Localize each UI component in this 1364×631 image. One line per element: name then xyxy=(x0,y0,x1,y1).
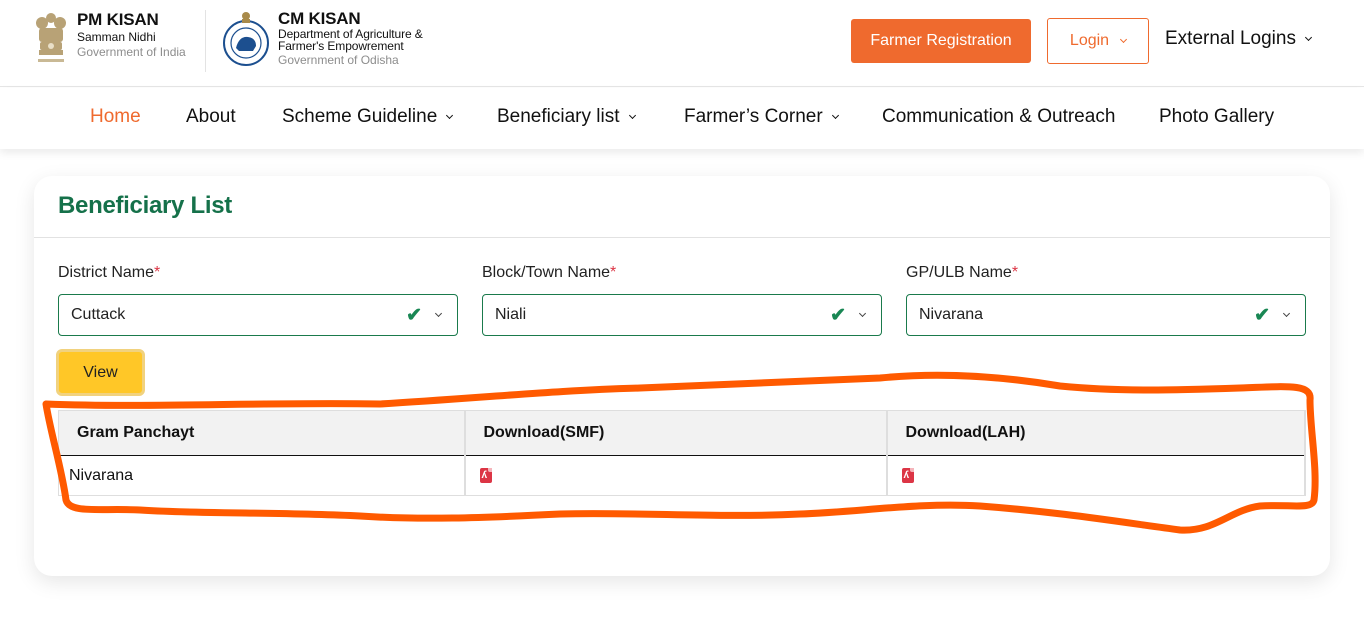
pm-kisan-subtitle: Samman Nidhi xyxy=(77,30,156,44)
nav-item-label: Beneficiary list xyxy=(497,106,620,127)
chevron-down-icon xyxy=(1282,309,1291,317)
column-header-download-lah: Download(LAH) xyxy=(886,410,1306,456)
beneficiary-table: Gram Panchayt Download(SMF) Download(LAH… xyxy=(58,410,1306,496)
nav-item-label: About xyxy=(186,106,236,127)
farmer-registration-button[interactable]: Farmer Registration xyxy=(851,19,1031,63)
chevron-down-icon xyxy=(1120,35,1128,43)
national-emblem-icon xyxy=(36,13,66,62)
column-header-gram-panchayat: Gram Panchayt xyxy=(58,410,466,456)
chevron-down-icon xyxy=(831,111,839,119)
chevron-down-icon xyxy=(446,111,454,119)
chevron-down-icon xyxy=(628,111,636,119)
cm-kisan-brand[interactable]: CM KISAN Department of Agriculture & Far… xyxy=(221,10,423,68)
pm-kisan-brand[interactable]: PM KISAN Samman Nidhi Government of Indi… xyxy=(34,10,186,68)
nav-item-label: Photo Gallery xyxy=(1159,106,1275,127)
required-mark: * xyxy=(154,264,161,281)
block-field: Block/Town Name* Niali ✔ xyxy=(482,264,882,336)
nav-item-communication-outreach[interactable]: Communication & Outreach xyxy=(882,106,1115,128)
district-label: District Name* xyxy=(58,264,161,281)
check-icon: ✔ xyxy=(1254,304,1270,326)
check-icon: ✔ xyxy=(830,304,846,326)
block-select[interactable]: Niali ✔ xyxy=(482,294,882,336)
beneficiary-list-card: Beneficiary List District Name* Cuttack … xyxy=(34,176,1330,576)
login-dropdown-button[interactable]: Login xyxy=(1047,18,1149,64)
required-mark: * xyxy=(1011,264,1019,281)
nav-item-beneficiary-list[interactable]: Beneficiary list xyxy=(497,106,636,128)
top-header: PM KISAN Samman Nidhi Government of Indi… xyxy=(0,0,1364,87)
cm-kisan-gov: Government of Odisha xyxy=(278,53,399,67)
gram-panchayat-cell: Nivarana xyxy=(58,455,466,496)
pdf-download-icon[interactable]: ʎ xyxy=(479,467,492,483)
district-value: Cuttack xyxy=(71,306,126,323)
table-row: Nivarana ʎ ʎ xyxy=(58,455,1306,496)
gp-label: GP/ULB Name* xyxy=(906,264,1019,281)
check-icon: ✔ xyxy=(406,304,422,326)
column-header-download-smf: Download(SMF) xyxy=(464,410,888,456)
card-divider xyxy=(34,237,1330,238)
pm-kisan-gov: Government of India xyxy=(77,45,186,59)
nav-item-home[interactable]: Home xyxy=(90,106,141,128)
cm-kisan-dept-line2: Farmer's Empowrement xyxy=(278,39,404,53)
odisha-seal-icon xyxy=(223,12,269,66)
login-label: Login xyxy=(1069,32,1110,49)
pm-kisan-title: PM KISAN xyxy=(77,10,159,29)
nav-item-label: Farmer’s Corner xyxy=(684,106,823,127)
district-select[interactable]: Cuttack ✔ xyxy=(58,294,458,336)
external-logins-label: External Logins xyxy=(1165,28,1296,49)
nav-item-farmers-corner[interactable]: Farmer’s Corner xyxy=(684,106,839,128)
nav-item-label: Communication & Outreach xyxy=(882,106,1116,127)
brand-divider xyxy=(205,10,206,72)
gp-select[interactable]: Nivarana ✔ xyxy=(906,294,1306,336)
district-field: District Name* Cuttack ✔ xyxy=(58,264,458,336)
chevron-down-icon xyxy=(858,309,867,317)
block-label: Block/Town Name* xyxy=(482,264,617,281)
nav-item-scheme-guideline[interactable]: Scheme Guideline xyxy=(282,106,454,128)
nav-item-photo-gallery[interactable]: Photo Gallery xyxy=(1159,106,1274,128)
nav-item-label: Scheme Guideline xyxy=(282,106,438,127)
gp-field: GP/ULB Name* Nivarana ✔ xyxy=(906,264,1306,336)
view-button[interactable]: View xyxy=(56,349,145,396)
required-mark: * xyxy=(610,264,617,281)
chevron-down-icon xyxy=(434,309,443,317)
external-logins-dropdown[interactable]: External Logins xyxy=(1165,28,1313,50)
nav-item-about[interactable]: About xyxy=(186,106,236,128)
download-lah-cell: ʎ xyxy=(886,455,1306,496)
block-value: Niali xyxy=(495,306,527,323)
cm-kisan-title: CM KISAN xyxy=(278,9,361,28)
chevron-down-icon xyxy=(1304,33,1313,41)
table-header-row: Gram Panchayt Download(SMF) Download(LAH… xyxy=(58,410,1306,456)
pdf-download-icon[interactable]: ʎ xyxy=(901,467,914,483)
nav-item-label: Home xyxy=(90,106,141,127)
main-nav: Home About Scheme Guideline Beneficiary … xyxy=(0,88,1364,149)
download-smf-cell: ʎ xyxy=(464,455,888,496)
gp-value: Nivarana xyxy=(919,306,984,323)
page-title: Beneficiary List xyxy=(58,192,232,219)
